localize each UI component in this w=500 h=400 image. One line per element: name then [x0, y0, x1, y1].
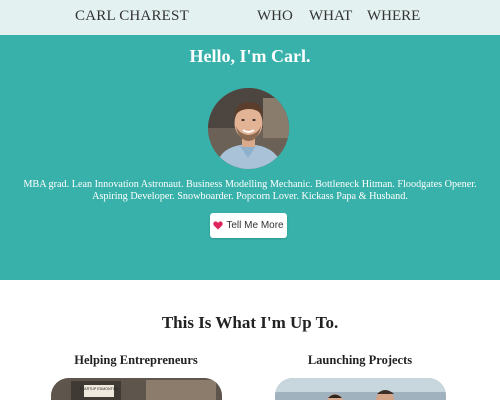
avatar [208, 88, 289, 169]
nav-link-where[interactable]: WHERE [367, 8, 420, 25]
hero-bio: MBA grad. Lean Innovation Astronaut. Bus… [23, 179, 477, 202]
nav-link-what[interactable]: WHAT [309, 8, 352, 25]
startup-sign-text: STARTUP EDMONTON [80, 387, 119, 391]
top-navbar: CARL CHAREST WHO WHAT WHERE [0, 0, 500, 35]
nav-link-who[interactable]: WHO [257, 8, 293, 25]
tell-me-more-label: Tell Me More [226, 220, 284, 231]
section-title: This Is What I'm Up To. [161, 313, 339, 332]
projects-image [275, 378, 446, 400]
hero-section: Hello, I'm Carl. MBA grad. Lean Innovati… [0, 35, 500, 280]
column-title-projects: Launching Projects [307, 353, 413, 367]
tell-me-more-button[interactable]: Tell Me More [210, 213, 287, 238]
avatar-photo [208, 88, 289, 169]
brand-link[interactable]: CARL CHAREST [75, 8, 189, 25]
column-title-entrepreneurs: Helping Entrepreneurs [74, 353, 198, 367]
heart-icon [213, 221, 224, 230]
hero-title: Hello, I'm Carl. [189, 46, 311, 66]
entrepreneurs-image: STARTUP EDMONTON [51, 378, 222, 400]
